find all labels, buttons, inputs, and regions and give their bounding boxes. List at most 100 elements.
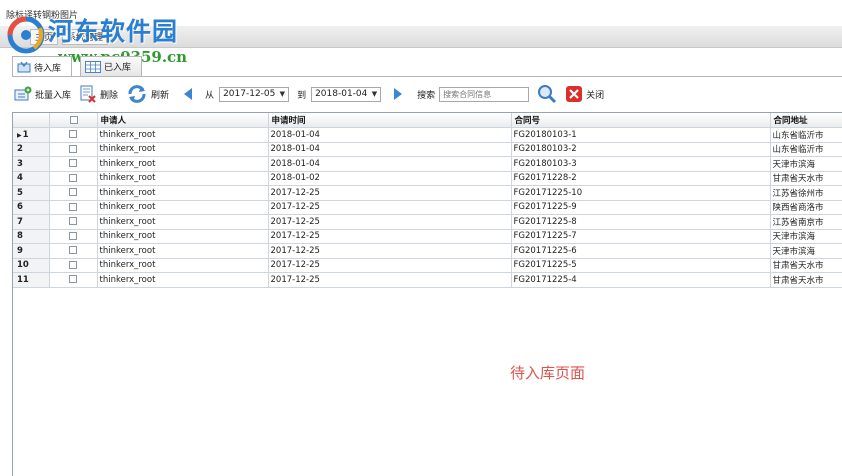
close-button[interactable]: 关闭 xyxy=(565,85,604,103)
refresh-button[interactable]: 刷新 xyxy=(126,84,169,104)
apply-time-cell[interactable]: 2017-12-25 xyxy=(268,229,512,244)
delete-button[interactable]: 删除 xyxy=(79,85,118,103)
column-header-contract-address[interactable]: 合同地址 xyxy=(770,113,842,128)
row-checkbox[interactable] xyxy=(69,246,77,255)
contract-no-cell[interactable]: FG20171225-4 xyxy=(511,272,771,288)
row-number: 1 xyxy=(22,129,29,140)
column-header-rownum xyxy=(13,113,50,128)
column-header-contract-no[interactable]: 合同号 xyxy=(511,113,771,128)
column-header-applicant[interactable]: 申请人 xyxy=(97,113,269,128)
table-row[interactable]: 3 thinkerx_root 2018-01-04 FG20180103-3 天津市滨… xyxy=(13,156,842,172)
apply-time-cell[interactable]: 2017-12-25 xyxy=(268,243,512,259)
contract-address-cell[interactable]: 江苏省南京市 xyxy=(770,214,842,230)
apply-time-cell[interactable]: 2018-01-04 xyxy=(268,156,512,172)
row-select-cell[interactable] xyxy=(49,258,98,273)
from-date-picker[interactable]: 2017-12-05 ▼ xyxy=(219,86,290,102)
apply-time-cell[interactable]: 2018-01-04 xyxy=(268,142,512,157)
contract-address-cell[interactable]: 山东省临沂市 xyxy=(770,127,842,143)
applicant-cell[interactable]: thinkerx_root xyxy=(97,156,269,172)
next-arrow-icon[interactable] xyxy=(391,87,405,101)
row-select-cell[interactable] xyxy=(49,272,98,288)
applicant-cell[interactable]: thinkerx_root xyxy=(97,229,269,244)
row-checkbox[interactable] xyxy=(69,159,77,168)
contract-address-cell[interactable]: 天津市滨海 xyxy=(770,156,842,172)
contract-no-cell[interactable]: FG20171225-7 xyxy=(511,229,771,244)
table-row[interactable]: ▶1 thinkerx_root 2018-01-04 FG20180103-1 山东省… xyxy=(13,127,842,143)
contract-address-cell[interactable]: 甘肃省天水市 xyxy=(770,171,842,186)
batch-store-button[interactable]: 批量入库 xyxy=(14,86,71,102)
table-row[interactable]: 4 thinkerx_root 2018-01-02 FG20171228-2 甘肃省天… xyxy=(13,171,842,186)
applicant-cell[interactable]: thinkerx_root xyxy=(97,171,269,186)
row-select-cell[interactable] xyxy=(49,156,98,172)
previous-arrow-icon[interactable] xyxy=(181,87,195,101)
table-row[interactable]: 11 thinkerx_root 2017-12-25 FG20171225-4 甘肃省… xyxy=(13,272,842,288)
contract-no-cell[interactable]: FG20171225-6 xyxy=(511,243,771,259)
apply-time-cell[interactable]: 2017-12-25 xyxy=(268,214,512,230)
tab-pending[interactable]: 待入库 xyxy=(12,56,72,77)
applicant-cell[interactable]: thinkerx_root xyxy=(97,243,269,259)
row-checkbox[interactable] xyxy=(69,188,77,197)
row-checkbox[interactable] xyxy=(69,217,77,226)
applicant-cell[interactable]: thinkerx_root xyxy=(97,127,269,143)
table-row[interactable]: 9 thinkerx_root 2017-12-25 FG20171225-6 天津市滨… xyxy=(13,243,842,259)
table-row[interactable]: 6 thinkerx_root 2017-12-25 FG20171225-9 陕西省商… xyxy=(13,200,842,215)
row-select-cell[interactable] xyxy=(49,171,98,186)
search-input[interactable] xyxy=(439,86,530,102)
contract-address-cell[interactable]: 甘肃省天水市 xyxy=(770,258,842,273)
applicant-cell[interactable]: thinkerx_root xyxy=(97,214,269,230)
tab-stored[interactable]: 已入库 xyxy=(80,56,142,76)
contract-no-cell[interactable]: FG20171225-10 xyxy=(511,185,771,201)
applicant-cell[interactable]: thinkerx_root xyxy=(97,258,269,273)
table-row[interactable]: 10 thinkerx_root 2017-12-25 FG20171225-5 甘肃省… xyxy=(13,258,842,273)
row-checkbox[interactable] xyxy=(69,144,77,153)
apply-time-cell[interactable]: 2017-12-25 xyxy=(268,258,512,273)
applicant-cell[interactable]: thinkerx_root xyxy=(97,185,269,201)
applicant-cell[interactable]: thinkerx_root xyxy=(97,142,269,157)
row-select-cell[interactable] xyxy=(49,142,98,157)
contract-no-cell[interactable]: FG20171225-8 xyxy=(511,214,771,230)
contract-no-cell[interactable]: FG20180103-3 xyxy=(511,156,771,172)
apply-time-cell[interactable]: 2017-12-25 xyxy=(268,185,512,201)
contract-address-cell[interactable]: 天津市滨海 xyxy=(770,243,842,259)
search-icon[interactable] xyxy=(537,84,557,104)
row-number-cell: 2 xyxy=(13,142,50,157)
row-select-cell[interactable] xyxy=(49,243,98,259)
contract-no-cell[interactable]: FG20171225-9 xyxy=(511,200,771,215)
contract-address-cell[interactable]: 陕西省商洛市 xyxy=(770,200,842,215)
table-row[interactable]: 8 thinkerx_root 2017-12-25 FG20171225-7 天津市滨… xyxy=(13,229,842,244)
row-checkbox[interactable] xyxy=(69,231,77,240)
row-checkbox[interactable] xyxy=(69,260,77,269)
row-checkbox[interactable] xyxy=(69,130,77,139)
row-checkbox[interactable] xyxy=(69,275,77,284)
applicant-cell[interactable]: thinkerx_root xyxy=(97,272,269,288)
contract-address-cell[interactable]: 江苏省徐州市 xyxy=(770,185,842,201)
row-select-cell[interactable] xyxy=(49,127,98,143)
contract-address-cell[interactable]: 山东省临沂市 xyxy=(770,142,842,157)
row-checkbox[interactable] xyxy=(69,202,77,211)
contract-no-cell[interactable]: FG20171225-5 xyxy=(511,258,771,273)
apply-time-cell[interactable]: 2017-12-25 xyxy=(268,272,512,288)
apply-time-cell[interactable]: 2017-12-25 xyxy=(268,200,512,215)
row-select-cell[interactable] xyxy=(49,214,98,230)
select-all-checkbox[interactable] xyxy=(69,115,78,124)
contract-address-cell[interactable]: 天津市滨海 xyxy=(770,229,842,244)
contract-no-cell[interactable]: FG20180103-2 xyxy=(511,142,771,157)
to-date-picker[interactable]: 2018-01-04 ▼ xyxy=(311,86,382,102)
contract-address-cell[interactable]: 甘肃省天水市 xyxy=(770,272,842,288)
table-row[interactable]: 5 thinkerx_root 2017-12-25 FG20171225-10 江苏省… xyxy=(13,185,842,201)
applicant-cell[interactable]: thinkerx_root xyxy=(97,200,269,215)
row-select-cell[interactable] xyxy=(49,200,98,215)
row-checkbox[interactable] xyxy=(69,173,77,182)
table-row[interactable]: 2 thinkerx_root 2018-01-04 FG20180103-2 山东省临… xyxy=(13,142,842,157)
column-header-apply-time[interactable]: 申请时间 xyxy=(268,113,512,128)
batch-store-icon xyxy=(14,86,32,101)
row-number-cell: 9 xyxy=(13,243,50,259)
apply-time-cell[interactable]: 2018-01-04 xyxy=(268,127,512,143)
table-row[interactable]: 7 thinkerx_root 2017-12-25 FG20171225-8 江苏省南… xyxy=(13,214,842,230)
row-select-cell[interactable] xyxy=(49,229,98,244)
column-header-select[interactable] xyxy=(49,113,98,128)
contract-no-cell[interactable]: FG20180103-1 xyxy=(511,127,771,143)
row-select-cell[interactable] xyxy=(49,185,98,201)
apply-time-cell[interactable]: 2018-01-02 xyxy=(268,171,512,186)
contract-no-cell[interactable]: FG20171228-2 xyxy=(511,171,771,186)
